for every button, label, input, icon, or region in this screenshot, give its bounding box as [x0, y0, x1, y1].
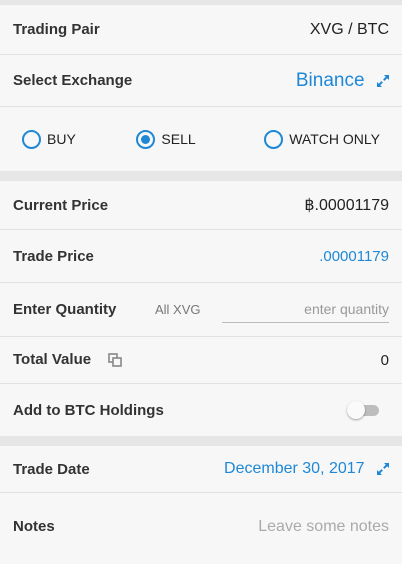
quantity-label: Enter Quantity [13, 301, 117, 318]
btc-holdings-row: Add to BTC Holdings [0, 384, 402, 436]
sell-label[interactable]: SELL [161, 131, 195, 147]
trade-date-label: Trade Date [13, 460, 90, 478]
expand-icon[interactable] [377, 75, 389, 88]
current-price-label: Current Price [13, 196, 109, 214]
trade-date-selector[interactable]: December 30, 2017 [224, 460, 389, 478]
watch-only-radio[interactable] [264, 129, 284, 149]
select-exchange-label: Select Exchange [13, 72, 133, 89]
current-price-row: Current Price ฿.00001179 [0, 181, 402, 229]
trade-date-value[interactable]: December 30, 2017 [224, 460, 365, 477]
section-separator [0, 171, 402, 181]
current-price-value: ฿.00001179 [304, 197, 389, 214]
buy-option[interactable]: BUY [22, 129, 76, 149]
trading-pair-label: Trading Pair [13, 21, 100, 38]
notes-label: Notes [13, 518, 55, 535]
total-value-row: Total Value 0 [0, 337, 402, 383]
btc-holdings-toggle[interactable] [347, 401, 381, 419]
buy-radio[interactable] [22, 129, 41, 149]
buy-label[interactable]: BUY [47, 131, 76, 147]
all-xvg-hint[interactable]: All XVG [155, 302, 201, 317]
watch-only-label[interactable]: WATCH ONLY [289, 131, 380, 147]
order-type-group: BUY SELL WATCH ONLY [0, 107, 402, 171]
trade-price-row[interactable]: Trade Price .00001179 [0, 230, 402, 282]
section-separator [0, 436, 402, 446]
toggle-thumb[interactable] [347, 401, 365, 419]
expand-icon[interactable] [377, 462, 389, 475]
total-value-label: Total Value [13, 351, 92, 368]
sell-option[interactable]: SELL [136, 129, 196, 149]
exchange-selector[interactable]: Binance [296, 70, 389, 92]
quantity-input[interactable] [222, 295, 389, 323]
notes-input[interactable] [189, 517, 389, 536]
trade-date-row[interactable]: Trade Date December 30, 2017 [0, 446, 402, 492]
select-exchange-row[interactable]: Select Exchange Binance [0, 55, 402, 106]
trade-price-value[interactable]: .00001179 [319, 248, 389, 265]
exchange-value[interactable]: Binance [296, 70, 365, 91]
sell-radio[interactable] [136, 129, 156, 149]
trade-price-label: Trade Price [13, 247, 94, 265]
watch-only-option[interactable]: WATCH ONLY [264, 129, 380, 149]
btc-holdings-label: Add to BTC Holdings [13, 401, 164, 419]
quantity-row: Enter Quantity All XVG [0, 283, 402, 336]
trading-pair-value: XVG / BTC [309, 20, 389, 38]
trading-pair-row: Trading Pair XVG / BTC [0, 5, 402, 54]
total-value-amount: 0 [380, 351, 389, 369]
notes-row: Notes [0, 493, 402, 564]
copy-icon[interactable] [107, 352, 122, 367]
